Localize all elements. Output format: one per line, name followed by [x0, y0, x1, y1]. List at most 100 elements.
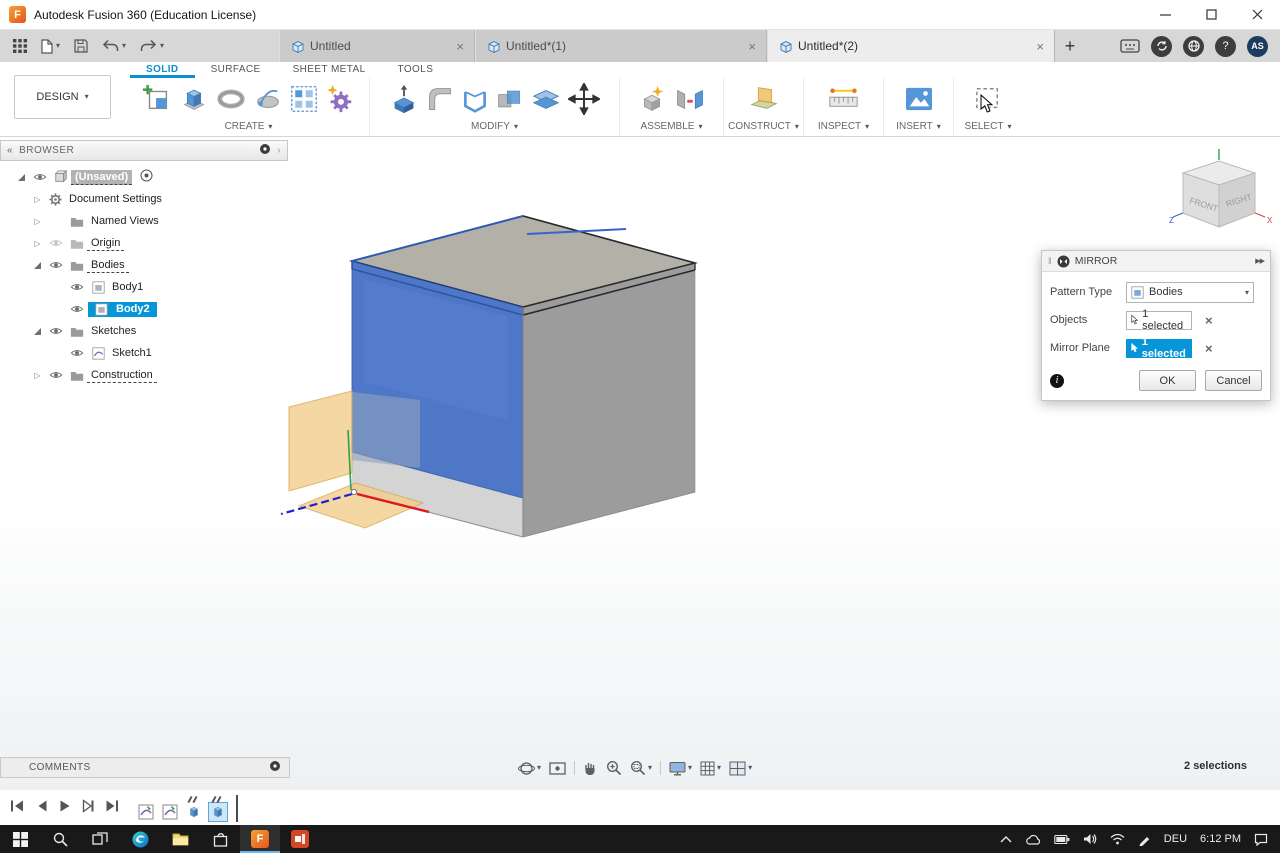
create-sketch-button[interactable] [142, 84, 172, 114]
tree-item-label[interactable]: Bodies [87, 258, 129, 273]
inspect-menu[interactable]: INSPECT ▾ [818, 121, 869, 132]
timeline-feature-extrude[interactable] [184, 795, 204, 822]
visibility-eye-icon[interactable] [29, 172, 51, 182]
origin-point[interactable] [350, 488, 358, 496]
orbit-button[interactable]: ▾ [518, 760, 541, 777]
browser-header[interactable]: « BROWSER › [0, 140, 288, 161]
visibility-eye-icon[interactable] [66, 282, 88, 292]
comments-options-icon[interactable] [269, 760, 281, 775]
automated-modeling-button[interactable] [325, 84, 355, 114]
workspace-switcher[interactable]: DESIGN ▾ [14, 75, 111, 119]
tree-item-body1[interactable]: Body1 [0, 276, 288, 298]
expand-arrow-icon[interactable]: ▷ [30, 195, 45, 204]
extrude-button[interactable] [179, 84, 209, 114]
tree-item-sketch1[interactable]: Sketch1 [0, 342, 288, 364]
doc-tab-2[interactable]: Untitled*(1) × [475, 30, 767, 62]
tab-tools[interactable]: TOOLS [382, 62, 450, 78]
redo-button[interactable]: ▾ [135, 33, 169, 59]
tree-item-label[interactable]: (Unsaved) [71, 169, 133, 185]
pattern-button[interactable] [290, 85, 318, 113]
pattern-type-select[interactable]: Bodies ▾ [1126, 281, 1254, 303]
tree-item-origin[interactable]: ▷ Origin [0, 232, 288, 254]
language-indicator[interactable]: DEU [1164, 833, 1187, 845]
tree-item-label[interactable]: Body2 [116, 303, 150, 315]
edge-button[interactable] [120, 825, 160, 853]
new-tab-button[interactable]: + [1055, 30, 1085, 62]
expand-arrow-icon[interactable] [30, 261, 45, 269]
objects-selection-field[interactable]: 1 selected [1126, 308, 1192, 332]
timeline-position-marker[interactable] [236, 795, 238, 822]
zoom-window-button[interactable]: ▾ [630, 760, 652, 776]
file-menu-button[interactable]: ▾ [36, 33, 65, 59]
new-component-button[interactable] [637, 84, 667, 114]
doc-tab-3-active[interactable]: Untitled*(2) × [767, 30, 1055, 62]
dialog-grip-icon[interactable]: ‖ [1048, 256, 1052, 266]
ok-button[interactable]: OK [1139, 370, 1196, 391]
fusion360-taskbar-button[interactable]: F [240, 825, 280, 853]
tree-item-root-unsaved[interactable]: (Unsaved) [0, 166, 288, 188]
sweep-button[interactable] [253, 84, 283, 114]
visibility-eye-icon[interactable] [45, 260, 67, 270]
go-to-end-button[interactable] [105, 799, 120, 813]
task-view-button[interactable] [80, 825, 120, 853]
press-pull-button[interactable] [389, 84, 419, 114]
insert-menu[interactable]: INSERT ▾ [896, 121, 941, 132]
measure-button[interactable] [828, 85, 859, 113]
fillet-button[interactable] [426, 85, 454, 113]
help-button[interactable]: ? [1215, 35, 1236, 57]
expand-arrow-icon[interactable]: ▷ [30, 217, 45, 226]
extensions-button[interactable] [1183, 35, 1204, 57]
battery-icon[interactable] [1054, 834, 1070, 845]
info-icon[interactable]: i [1050, 373, 1064, 388]
cube-right-face[interactable] [522, 262, 696, 538]
tree-item-named-views[interactable]: ▷ Named Views [0, 210, 288, 232]
tree-item-body2-selected[interactable]: Body2 [0, 298, 288, 320]
visibility-eye-icon[interactable] [45, 326, 67, 336]
tab-close-icon[interactable]: × [1036, 39, 1044, 54]
tree-item-label[interactable]: Sketch1 [108, 346, 156, 360]
timeline-feature-sketch[interactable] [136, 802, 156, 822]
play-button[interactable] [59, 799, 71, 813]
mirror-dialog-header[interactable]: ‖ MIRROR ▶▶ [1042, 251, 1270, 272]
create-menu[interactable]: CREATE ▾ [225, 121, 273, 132]
insert-canvas-button[interactable] [904, 86, 934, 112]
tree-item-construction[interactable]: ▷ Construction [0, 364, 288, 386]
maximize-button[interactable] [1188, 0, 1234, 29]
comments-bar[interactable]: COMMENTS [0, 757, 290, 778]
visibility-eye-icon[interactable] [45, 370, 67, 380]
tree-item-label[interactable]: Document Settings [65, 192, 166, 206]
look-at-button[interactable] [549, 761, 566, 776]
tree-item-document-settings[interactable]: ▷ Document Settings [0, 188, 288, 210]
tab-close-icon[interactable]: × [456, 39, 464, 54]
fast-forward-icon[interactable]: ▶▶ [1255, 257, 1265, 265]
user-avatar[interactable]: AS [1247, 35, 1268, 57]
start-button[interactable] [0, 825, 40, 853]
expand-arrow-icon[interactable] [30, 327, 45, 335]
file-explorer-button[interactable] [160, 825, 200, 853]
action-center-icon[interactable] [1254, 833, 1268, 846]
tree-item-sketches[interactable]: Sketches [0, 320, 288, 342]
expand-arrow-icon[interactable]: ▷ [30, 371, 45, 380]
app-grid-button[interactable] [8, 33, 32, 59]
taskbar-search-button[interactable] [40, 825, 80, 853]
tab-close-icon[interactable]: × [748, 39, 756, 54]
job-status-button[interactable] [1151, 35, 1172, 57]
timeline-feature-sketch[interactable] [160, 802, 180, 822]
shell-button[interactable] [461, 85, 489, 113]
construct-menu[interactable]: CONSTRUCT ▾ [728, 121, 799, 132]
minimize-button[interactable] [1142, 0, 1188, 29]
origin-plane-vertical[interactable] [288, 390, 353, 492]
tab-solid[interactable]: SOLID [130, 62, 195, 78]
panel-grip-icon[interactable]: › [277, 145, 281, 156]
timeline-feature-extrude-selected[interactable] [208, 795, 228, 822]
go-to-start-button[interactable] [10, 799, 25, 813]
keyboard-icon[interactable] [1120, 39, 1140, 53]
zoom-button[interactable] [606, 760, 622, 776]
tab-sheet-metal[interactable]: SHEET METAL [277, 62, 382, 78]
pen-icon[interactable] [1138, 833, 1151, 846]
step-forward-button[interactable] [82, 799, 94, 813]
step-back-button[interactable] [36, 799, 48, 813]
grid-snap-button[interactable]: ▾ [700, 761, 721, 776]
viewcube[interactable]: FRONT RIGHT Z X [1167, 147, 1277, 247]
display-settings-button[interactable]: ▾ [669, 761, 692, 776]
